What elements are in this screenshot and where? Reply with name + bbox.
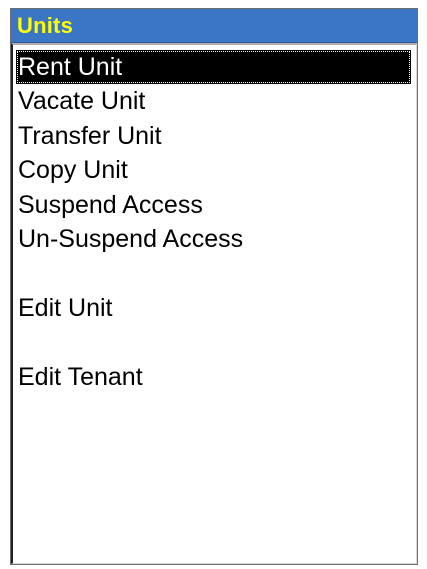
list-item-edit-tenant[interactable]: Edit Tenant xyxy=(16,360,411,394)
list-item-vacate-unit[interactable]: Vacate Unit xyxy=(16,84,411,118)
list-item-copy-unit[interactable]: Copy Unit xyxy=(16,153,411,187)
list-item-transfer-unit[interactable]: Transfer Unit xyxy=(16,119,411,153)
list-item-blank[interactable] xyxy=(16,256,416,290)
units-action-list[interactable]: Rent Unit Vacate Unit Transfer Unit Copy… xyxy=(11,43,417,564)
list-item-rent-unit[interactable]: Rent Unit xyxy=(16,50,411,85)
list-item-suspend-access[interactable]: Suspend Access xyxy=(16,188,411,222)
panel-title: Units xyxy=(17,12,73,38)
list-item-edit-unit[interactable]: Edit Unit xyxy=(16,291,411,325)
list-item-un-suspend-access[interactable]: Un-Suspend Access xyxy=(16,222,411,256)
list-item-blank[interactable] xyxy=(16,325,416,359)
units-panel: Units Rent Unit Vacate Unit Transfer Uni… xyxy=(10,8,418,565)
panel-title-bar: Units xyxy=(11,9,417,43)
